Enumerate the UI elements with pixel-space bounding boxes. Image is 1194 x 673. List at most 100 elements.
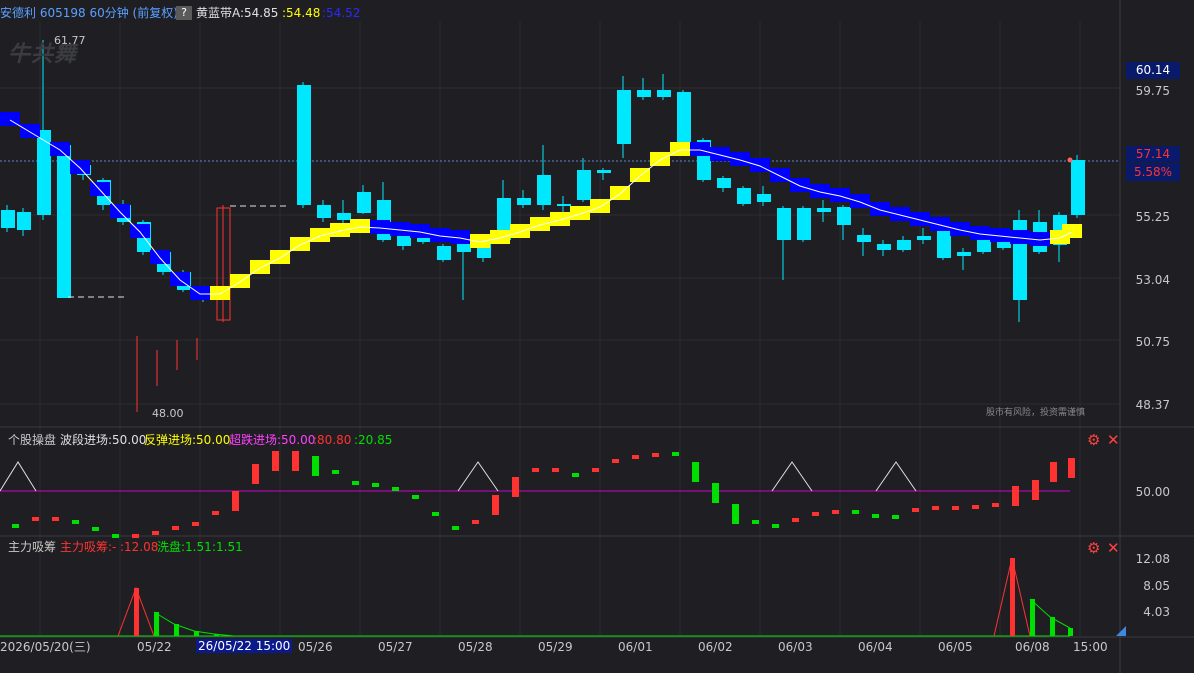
- band-block: [790, 178, 810, 192]
- band-block: [550, 212, 570, 226]
- panel2-green-value: :20.85: [354, 433, 393, 447]
- time-label: 05/26: [298, 640, 333, 654]
- stock-title[interactable]: 安德利 605198 60分钟 (前复权): [0, 6, 178, 20]
- axis-label-3: 53.04: [1135, 273, 1170, 287]
- panel2-bar: [812, 512, 819, 516]
- panel2-triangle: [457, 461, 499, 492]
- panel2-bar: [972, 505, 979, 509]
- time-label: 06/05: [938, 640, 973, 654]
- panel2-bar: [532, 468, 539, 472]
- time-label: 05/22: [137, 640, 172, 654]
- panel2-bar: [412, 495, 419, 499]
- time-label: 06/02: [698, 640, 733, 654]
- panel3-wash-label: 洗盘:1.51: [157, 540, 212, 554]
- band-block: [570, 206, 590, 220]
- axis-label-1: 59.75: [1135, 84, 1170, 98]
- band-block: [370, 220, 390, 234]
- band-block: [490, 230, 510, 244]
- panel3-name[interactable]: 主力吸筹: [8, 540, 56, 554]
- time-label: 05/29: [538, 640, 573, 654]
- time-label: 06/08: [1015, 640, 1050, 654]
- panel2-bar: [332, 470, 339, 474]
- high-price-label: 61.77: [54, 34, 86, 47]
- panel2-bar: [92, 527, 99, 531]
- band-block: [590, 199, 610, 213]
- candle-body: [597, 170, 611, 173]
- candle-body: [317, 205, 331, 218]
- panel2-rebound-label: 反弹进场:50.00: [144, 433, 231, 447]
- candle-body: [837, 207, 851, 225]
- panel2-bar: [892, 515, 899, 519]
- panel3-axis-label-3: 4.03: [1143, 605, 1170, 619]
- band-block: [290, 237, 310, 251]
- panel3-bar: [214, 634, 219, 636]
- candle-body: [857, 235, 871, 242]
- panel2-bar: [292, 451, 299, 471]
- time-label: 06/04: [858, 640, 893, 654]
- band-block: [510, 224, 530, 238]
- band-block: [950, 222, 970, 236]
- band-block: [170, 272, 190, 286]
- time-label: 2026/05/20(三): [0, 640, 91, 654]
- candle-body: [337, 213, 351, 220]
- panel3-main-label: 主力吸筹:-: [60, 540, 117, 554]
- candle-body: [557, 204, 571, 206]
- panel2-triangle: [0, 461, 37, 492]
- panel2-bar: [732, 504, 739, 524]
- panel2-bar: [392, 487, 399, 491]
- panel2-bar: [452, 526, 459, 530]
- close-icon[interactable]: ✕: [1107, 432, 1120, 448]
- panel2-bar: [692, 462, 699, 482]
- panel2-bar: [312, 456, 319, 476]
- panel2-bar: [652, 453, 659, 457]
- candle-body: [457, 243, 471, 252]
- panel3-axis-label-1: 12.08: [1135, 552, 1170, 566]
- panel2-bar: [212, 511, 219, 515]
- time-label: 05/27: [378, 640, 413, 654]
- panel2-bar: [612, 459, 619, 463]
- panel2-name[interactable]: 个股操盘: [8, 433, 56, 447]
- panel2-bar: [132, 534, 139, 538]
- band-block: [530, 217, 550, 231]
- gear-icon[interactable]: ⚙: [1087, 432, 1100, 448]
- panel2-bar: [992, 503, 999, 507]
- risk-disclaimer: 股市有风险，投资需谨慎: [986, 408, 1086, 418]
- help-button[interactable]: ?: [176, 6, 192, 20]
- panel2-oversold-label: 超跌进场:50.00: [229, 433, 316, 447]
- band-block: [730, 152, 750, 166]
- panel2-triangle: [771, 461, 813, 492]
- candle-body: [657, 90, 671, 97]
- panel2-bar: [552, 468, 559, 472]
- band-block: [890, 207, 910, 221]
- panel2-wave-label: 波段进场:50.00: [60, 433, 147, 447]
- close-icon[interactable]: ✕: [1107, 540, 1120, 556]
- panel2-bar: [752, 520, 759, 524]
- panel2-bar: [512, 477, 519, 497]
- panel2-bar: [232, 491, 239, 511]
- price-top-box: 60.14: [1126, 62, 1180, 79]
- band-block: [710, 147, 730, 161]
- stock-chart-window[interactable]: 牛共舞 安德利 605198 60分钟 (前复权) ? 黄蓝带 A:54.85 …: [0, 0, 1194, 673]
- panel3-bar: [194, 631, 199, 636]
- panel2-bar: [12, 524, 19, 528]
- panel3-bar: [1068, 628, 1073, 636]
- indicator-name[interactable]: 黄蓝带: [196, 6, 232, 20]
- band-block: [90, 182, 110, 196]
- crosshair-time-label: 26/05/22 15:00: [196, 639, 293, 653]
- band-block: [350, 219, 370, 233]
- panel2-bar: [492, 495, 499, 515]
- band-block: [150, 250, 170, 264]
- panel2-bar: [912, 508, 919, 512]
- candle-body: [297, 85, 311, 205]
- indicator-value-c: :54.52: [322, 6, 361, 20]
- axis-label-2: 55.25: [1135, 210, 1170, 224]
- time-label: 15:00: [1073, 640, 1108, 654]
- panel2-bar: [72, 520, 79, 524]
- gear-icon[interactable]: ⚙: [1087, 540, 1100, 556]
- chart-canvas[interactable]: [0, 0, 1194, 673]
- panel3-bar: [174, 624, 179, 636]
- candle-body: [617, 90, 631, 144]
- candle-body: [637, 90, 651, 97]
- panel2-bar: [572, 473, 579, 477]
- panel3-wash-value: :1.51: [212, 540, 243, 554]
